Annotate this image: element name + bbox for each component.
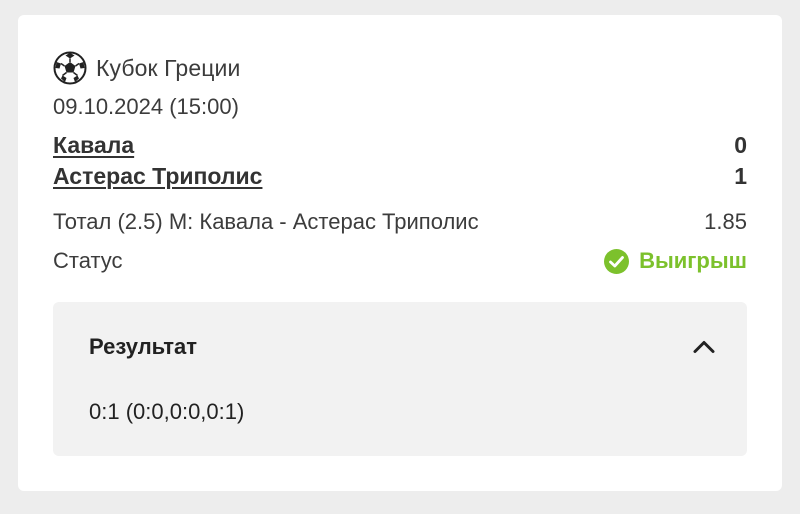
chevron-up-icon[interactable] xyxy=(691,334,717,360)
result-panel-header[interactable]: Результат xyxy=(89,334,717,360)
status-value: Выигрыш xyxy=(639,248,747,273)
status-row: Статус Выигрыш xyxy=(53,248,747,274)
bet-card: Кубок Греции 09.10.2024 (15:00) Кавала 0… xyxy=(18,15,782,491)
status-badge: Выигрыш xyxy=(604,248,747,274)
league-name: Кубок Греции xyxy=(96,54,241,81)
home-team-row: Кавала 0 xyxy=(53,132,747,159)
bet-selection-row: Тотал (2.5) М: Кавала - Астерас Триполис… xyxy=(53,209,747,235)
league-row: Кубок Греции xyxy=(53,51,240,85)
soccer-ball-icon xyxy=(53,51,87,85)
match-datetime: 09.10.2024 (15:00) xyxy=(53,94,239,119)
home-team-score: 0 xyxy=(734,132,747,158)
home-team-link[interactable]: Кавала xyxy=(53,132,134,159)
result-score: 0:1 (0:0,0:0,0:1) xyxy=(89,399,245,424)
result-panel: Результат 0:1 (0:0,0:0,0:1) xyxy=(53,302,747,456)
away-team-row: Астерас Триполис 1 xyxy=(53,163,747,190)
away-team-link[interactable]: Астерас Триполис xyxy=(53,163,262,190)
bet-selection: Тотал (2.5) М: Кавала - Астерас Триполис xyxy=(53,209,479,234)
check-circle-icon xyxy=(604,248,630,274)
bet-odds: 1.85 xyxy=(704,209,747,234)
status-label: Статус xyxy=(53,248,123,273)
away-team-score: 1 xyxy=(734,163,747,189)
result-title: Результат xyxy=(89,334,198,359)
